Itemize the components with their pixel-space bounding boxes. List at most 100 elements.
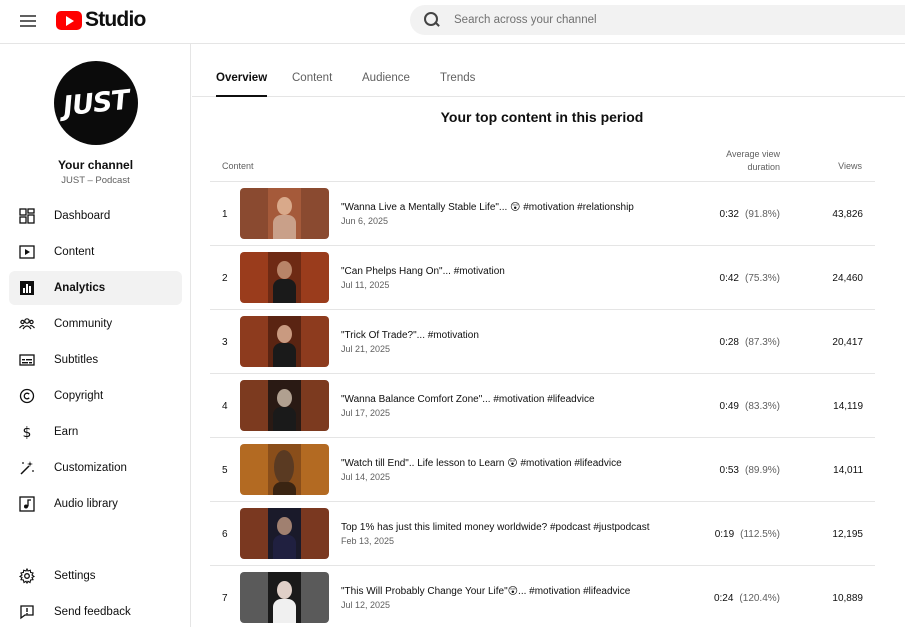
sidebar-item-label: Earn bbox=[54, 426, 79, 438]
sidebar-item-content[interactable]: Content bbox=[9, 235, 182, 269]
views-count: 14,011 bbox=[833, 465, 863, 476]
video-date: Jul 14, 2025 bbox=[341, 472, 391, 482]
table-row[interactable]: 6 Top 1% has just this limited money wor… bbox=[210, 502, 875, 566]
search-icon[interactable] bbox=[424, 12, 440, 28]
video-thumbnail[interactable] bbox=[240, 572, 329, 623]
duration-percent: (120.4%) bbox=[739, 593, 780, 604]
row-rank: 3 bbox=[222, 337, 228, 348]
sidebar-item-analytics[interactable]: Analytics bbox=[9, 271, 182, 305]
sidebar-item-subtitles[interactable]: Subtitles bbox=[9, 343, 182, 377]
video-thumbnail[interactable] bbox=[240, 444, 329, 495]
sidebar-item-label: Settings bbox=[54, 570, 96, 582]
earn-icon: $ bbox=[19, 424, 35, 440]
tab-trends[interactable]: Trends bbox=[440, 72, 475, 97]
row-rank: 5 bbox=[222, 465, 228, 476]
video-date: Jun 6, 2025 bbox=[341, 216, 389, 226]
top-bar: Studio bbox=[0, 0, 905, 44]
search-bar[interactable] bbox=[410, 5, 905, 35]
table-row[interactable]: 4 "Wanna Balance Comfort Zone"... #motiv… bbox=[210, 374, 875, 438]
views-count: 20,417 bbox=[832, 337, 863, 348]
sidebar-item-label: Community bbox=[54, 318, 113, 330]
avg-view-duration: 0:53 (89.9%) bbox=[720, 465, 780, 476]
column-header-line: duration bbox=[747, 162, 780, 172]
avatar-text: JUST bbox=[61, 84, 131, 122]
tab-audience[interactable]: Audience bbox=[362, 72, 410, 97]
avg-view-duration: 0:42 (75.3%) bbox=[720, 273, 780, 284]
video-title[interactable]: "Trick Of Trade?"... #motivation bbox=[341, 330, 479, 341]
tab-content[interactable]: Content bbox=[292, 72, 332, 97]
section-title: Your top content in this period bbox=[440, 109, 644, 125]
row-rank: 7 bbox=[222, 593, 228, 604]
row-rank: 6 bbox=[222, 529, 228, 540]
sidebar-item-label: Dashboard bbox=[54, 210, 111, 222]
channel-title[interactable]: Your channel bbox=[0, 158, 191, 172]
studio-logo[interactable]: Studio bbox=[56, 8, 146, 32]
analytics-icon bbox=[19, 280, 35, 296]
video-thumbnail[interactable] bbox=[240, 380, 329, 431]
search-input[interactable] bbox=[454, 14, 854, 26]
views-count: 12,195 bbox=[832, 529, 863, 540]
sidebar-item-community[interactable]: Community bbox=[9, 307, 182, 341]
table-row[interactable]: 2 "Can Phelps Hang On"... #motivation Ju… bbox=[210, 246, 875, 310]
sidebar-item-audio-library[interactable]: Audio library bbox=[9, 487, 182, 521]
avg-view-duration: 0:49 (83.3%) bbox=[720, 401, 780, 412]
views-count: 24,460 bbox=[832, 273, 863, 284]
video-date: Jul 17, 2025 bbox=[341, 408, 391, 418]
duration-value: 0:32 bbox=[719, 209, 739, 220]
duration-value: 0:19 bbox=[714, 529, 735, 540]
views-count: 14,119 bbox=[833, 401, 863, 412]
duration-percent: (91.8%) bbox=[744, 209, 780, 220]
sidebar-item-settings[interactable]: Settings bbox=[9, 559, 182, 593]
customization-icon bbox=[19, 460, 35, 476]
sidebar-item-earn[interactable]: $ Earn bbox=[9, 415, 182, 449]
video-date: Jul 12, 2025 bbox=[341, 600, 391, 610]
channel-avatar[interactable]: JUST bbox=[54, 61, 138, 145]
avg-view-duration: 0:19 (112.5%) bbox=[715, 529, 780, 540]
avg-view-duration: 0:28 (87.3%) bbox=[720, 337, 780, 348]
duration-value: 0:28 bbox=[719, 337, 739, 348]
video-thumbnail[interactable] bbox=[240, 188, 329, 239]
sidebar-item-customization[interactable]: Customization bbox=[9, 451, 182, 485]
column-header-views[interactable]: Views bbox=[810, 161, 862, 171]
avg-view-duration: 0:32 (91.8%) bbox=[720, 209, 780, 220]
video-title[interactable]: "Watch till End".. Life lesson to Learn … bbox=[341, 458, 622, 469]
tab-overview[interactable]: Overview bbox=[216, 72, 268, 97]
logo-text: Studio bbox=[85, 8, 146, 31]
views-count: 10,889 bbox=[832, 593, 863, 604]
video-title[interactable]: "This Will Probably Change Your Life"😲..… bbox=[341, 586, 630, 597]
analytics-tabs: Overview Content Audience Trends bbox=[192, 44, 905, 97]
video-date: Jul 11, 2025 bbox=[341, 280, 390, 290]
channel-subtitle: JUST – Podcast bbox=[61, 175, 130, 186]
video-title[interactable]: "Can Phelps Hang On"... #motivation bbox=[341, 266, 505, 277]
menu-icon[interactable] bbox=[18, 12, 38, 32]
sidebar-item-label: Analytics bbox=[54, 282, 106, 294]
sidebar-item-dashboard[interactable]: Dashboard bbox=[9, 199, 182, 233]
video-thumbnail[interactable] bbox=[240, 316, 329, 367]
table-row[interactable]: 1 "Wanna Live a Mentally Stable Life"...… bbox=[210, 182, 875, 246]
video-title[interactable]: "Wanna Balance Comfort Zone"... #motivat… bbox=[341, 394, 595, 405]
sidebar-item-copyright[interactable]: Copyright bbox=[9, 379, 182, 413]
sidebar: JUST Your channel JUST – Podcast Dashboa… bbox=[0, 44, 191, 627]
column-header-avg-view-duration[interactable]: Average view duration bbox=[700, 149, 780, 172]
table-row[interactable]: 3 "Trick Of Trade?"... #motivation Jul 2… bbox=[210, 310, 875, 374]
table-row[interactable]: 7 "This Will Probably Change Your Life"😲… bbox=[210, 566, 875, 627]
table-row[interactable]: 5 "Watch till End".. Life lesson to Lear… bbox=[210, 438, 875, 502]
subtitles-icon bbox=[19, 352, 35, 368]
video-thumbnail[interactable] bbox=[240, 508, 329, 559]
audio-library-icon bbox=[19, 496, 35, 512]
avg-view-duration: 0:24 (120.4%) bbox=[714, 593, 780, 604]
sidebar-item-label: Content bbox=[54, 246, 95, 258]
video-title[interactable]: Top 1% has just this limited money world… bbox=[341, 522, 650, 533]
gear-icon bbox=[19, 568, 35, 584]
community-icon bbox=[19, 316, 35, 332]
svg-text:$: $ bbox=[23, 425, 32, 440]
duration-percent: (83.3%) bbox=[744, 401, 780, 412]
video-title[interactable]: "Wanna Live a Mentally Stable Life"... 😲… bbox=[341, 202, 634, 213]
video-date: Feb 13, 2025 bbox=[341, 536, 395, 546]
sidebar-item-label: Customization bbox=[54, 462, 127, 474]
video-thumbnail[interactable] bbox=[240, 252, 329, 303]
duration-value: 0:49 bbox=[719, 401, 739, 412]
feedback-icon bbox=[19, 604, 35, 620]
duration-percent: (87.3%) bbox=[744, 337, 780, 348]
sidebar-item-send-feedback[interactable]: Send feedback bbox=[9, 595, 182, 629]
